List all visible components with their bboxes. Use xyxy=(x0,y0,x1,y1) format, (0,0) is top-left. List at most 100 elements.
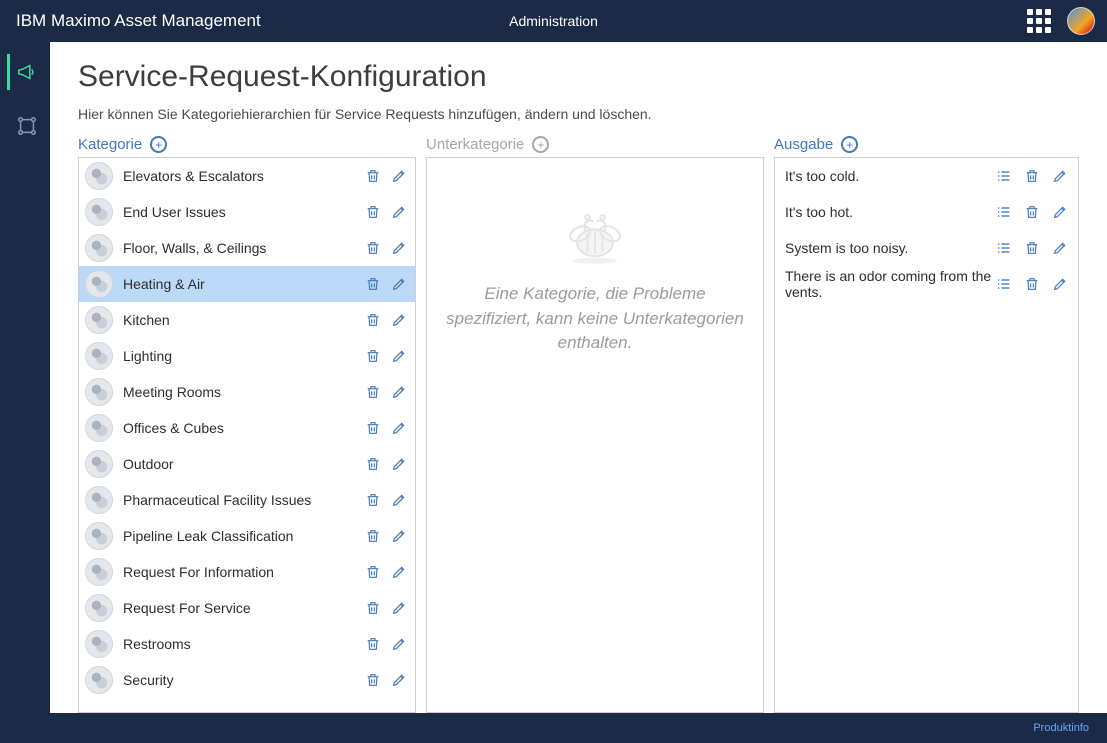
rail-item-announce[interactable] xyxy=(7,54,43,90)
column-subcategory: Unterkategorie + xyxy=(426,136,764,713)
delete-icon[interactable] xyxy=(365,528,381,544)
category-row[interactable]: Request For Service xyxy=(79,590,415,626)
category-row[interactable]: Pharmaceutical Facility Issues xyxy=(79,482,415,518)
category-label: Pharmaceutical Facility Issues xyxy=(123,492,365,508)
owners-icon[interactable] xyxy=(996,276,1012,292)
column-category-header: Kategorie + xyxy=(78,136,416,153)
delete-icon[interactable] xyxy=(365,204,381,220)
edit-icon[interactable] xyxy=(391,564,407,580)
delete-icon[interactable] xyxy=(365,384,381,400)
category-row[interactable]: End User Issues xyxy=(79,194,415,230)
delete-icon[interactable] xyxy=(365,600,381,616)
edit-icon[interactable] xyxy=(391,240,407,256)
delete-icon[interactable] xyxy=(365,564,381,580)
category-row[interactable]: Restrooms xyxy=(79,626,415,662)
delete-icon[interactable] xyxy=(365,312,381,328)
owners-icon[interactable] xyxy=(996,168,1012,184)
category-icon xyxy=(85,306,113,334)
category-label: Security xyxy=(123,672,365,688)
category-row[interactable]: Security xyxy=(79,662,415,698)
edit-icon[interactable] xyxy=(391,312,407,328)
app-switcher-icon[interactable] xyxy=(1027,9,1051,33)
issue-row[interactable]: It's too cold. xyxy=(775,158,1078,194)
category-row[interactable]: Meeting Rooms xyxy=(79,374,415,410)
delete-icon[interactable] xyxy=(365,672,381,688)
category-row[interactable]: Elevators & Escalators xyxy=(79,158,415,194)
edit-icon[interactable] xyxy=(391,456,407,472)
delete-icon[interactable] xyxy=(365,420,381,436)
issue-label: System is too noisy. xyxy=(785,240,996,256)
category-row[interactable]: Request For Information xyxy=(79,554,415,590)
delete-icon[interactable] xyxy=(365,636,381,652)
category-label: Offices & Cubes xyxy=(123,420,365,436)
subcategory-empty-message: Eine Kategorie, die Probleme spezifizier… xyxy=(445,282,745,356)
category-row[interactable]: Offices & Cubes xyxy=(79,410,415,446)
edit-icon[interactable] xyxy=(1052,204,1068,220)
category-label: Request For Information xyxy=(123,564,365,580)
delete-icon[interactable] xyxy=(365,456,381,472)
category-icon xyxy=(85,198,113,226)
delete-icon[interactable] xyxy=(1024,240,1040,256)
column-subcategory-label: Unterkategorie xyxy=(426,136,524,153)
add-subcategory-button: + xyxy=(532,136,549,153)
column-issue: Ausgabe + It's too cold.It's too hot.Sys… xyxy=(774,136,1079,713)
edit-icon[interactable] xyxy=(391,492,407,508)
delete-icon[interactable] xyxy=(365,348,381,364)
category-icon xyxy=(85,450,113,478)
edit-icon[interactable] xyxy=(1052,168,1068,184)
category-row[interactable]: Pipeline Leak Classification xyxy=(79,518,415,554)
category-icon xyxy=(85,630,113,658)
issue-list: It's too cold. It's too hot. System is too… xyxy=(774,157,1079,713)
category-icon xyxy=(85,522,113,550)
edit-icon[interactable] xyxy=(391,528,407,544)
edit-icon[interactable] xyxy=(1052,240,1068,256)
edit-icon[interactable] xyxy=(391,168,407,184)
issue-label: It's too hot. xyxy=(785,204,996,220)
section-title: Administration xyxy=(509,13,598,29)
category-row[interactable]: Lighting xyxy=(79,338,415,374)
issue-label: It's too cold. xyxy=(785,168,996,184)
edit-icon[interactable] xyxy=(391,348,407,364)
product-info-link[interactable]: Produktinfo xyxy=(1033,722,1089,734)
issue-row[interactable]: System is too noisy. xyxy=(775,230,1078,266)
delete-icon[interactable] xyxy=(365,276,381,292)
category-row[interactable]: Floor, Walls, & Ceilings xyxy=(79,230,415,266)
category-icon xyxy=(85,666,113,694)
user-avatar[interactable] xyxy=(1067,7,1095,35)
edit-icon[interactable] xyxy=(1052,276,1068,292)
footer: Produktinfo xyxy=(0,713,1107,743)
edit-icon[interactable] xyxy=(391,276,407,292)
edit-icon[interactable] xyxy=(391,672,407,688)
category-row[interactable]: Outdoor xyxy=(79,446,415,482)
delete-icon[interactable] xyxy=(365,240,381,256)
owners-icon[interactable] xyxy=(996,204,1012,220)
issue-row[interactable]: It's too hot. xyxy=(775,194,1078,230)
app-title: IBM Maximo Asset Management xyxy=(16,11,261,31)
edit-icon[interactable] xyxy=(391,420,407,436)
delete-icon[interactable] xyxy=(1024,276,1040,292)
column-subcategory-header: Unterkategorie + xyxy=(426,136,764,153)
category-icon xyxy=(85,558,113,586)
edit-icon[interactable] xyxy=(391,600,407,616)
add-category-button[interactable]: + xyxy=(150,136,167,153)
category-row[interactable]: Kitchen xyxy=(79,302,415,338)
delete-icon[interactable] xyxy=(1024,168,1040,184)
page-title: Service-Request-Konfiguration xyxy=(78,60,1079,94)
delete-icon[interactable] xyxy=(365,492,381,508)
category-icon xyxy=(85,414,113,442)
edit-icon[interactable] xyxy=(391,384,407,400)
issue-label: There is an odor coming from the vents. xyxy=(785,268,996,300)
category-icon xyxy=(85,342,113,370)
delete-icon[interactable] xyxy=(1024,204,1040,220)
category-row[interactable]: Heating & Air xyxy=(79,266,415,302)
left-rail xyxy=(0,42,50,713)
category-label: Restrooms xyxy=(123,636,365,652)
category-list: Elevators & EscalatorsEnd User IssuesFlo… xyxy=(78,157,416,713)
edit-icon[interactable] xyxy=(391,636,407,652)
delete-icon[interactable] xyxy=(365,168,381,184)
edit-icon[interactable] xyxy=(391,204,407,220)
rail-item-structure[interactable] xyxy=(7,108,43,144)
add-issue-button[interactable]: + xyxy=(841,136,858,153)
issue-row[interactable]: There is an odor coming from the vents. xyxy=(775,266,1078,302)
owners-icon[interactable] xyxy=(996,240,1012,256)
